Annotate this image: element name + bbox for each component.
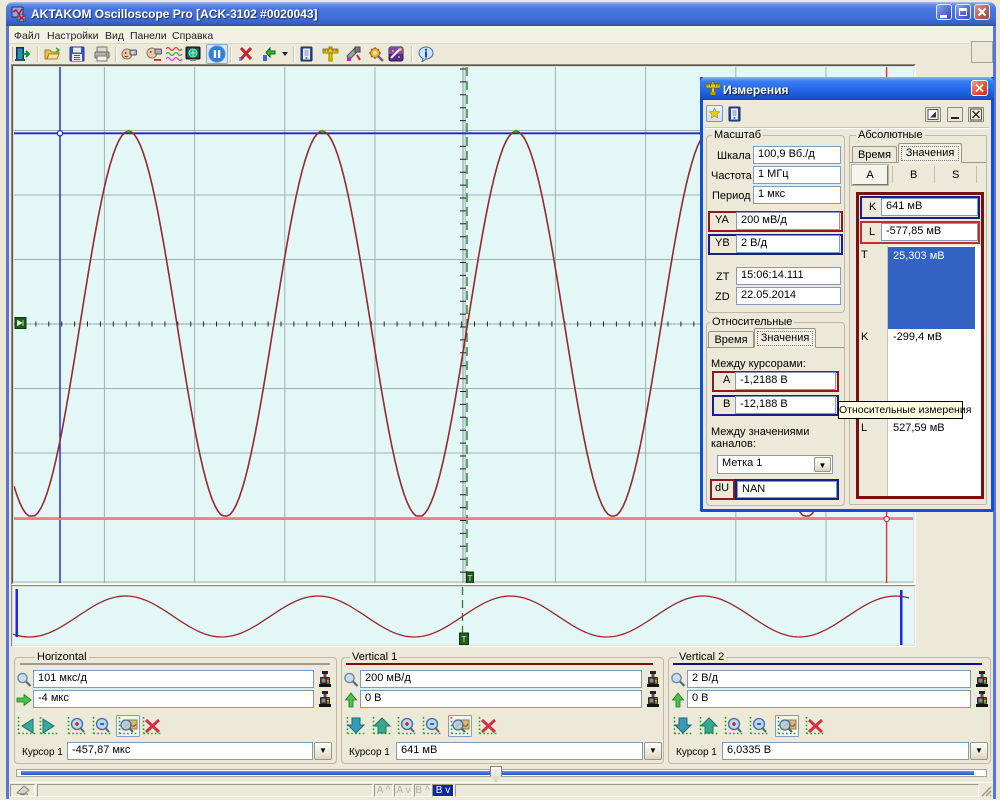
svg-text:T: T — [467, 573, 472, 583]
svg-text:T: T — [461, 634, 466, 644]
